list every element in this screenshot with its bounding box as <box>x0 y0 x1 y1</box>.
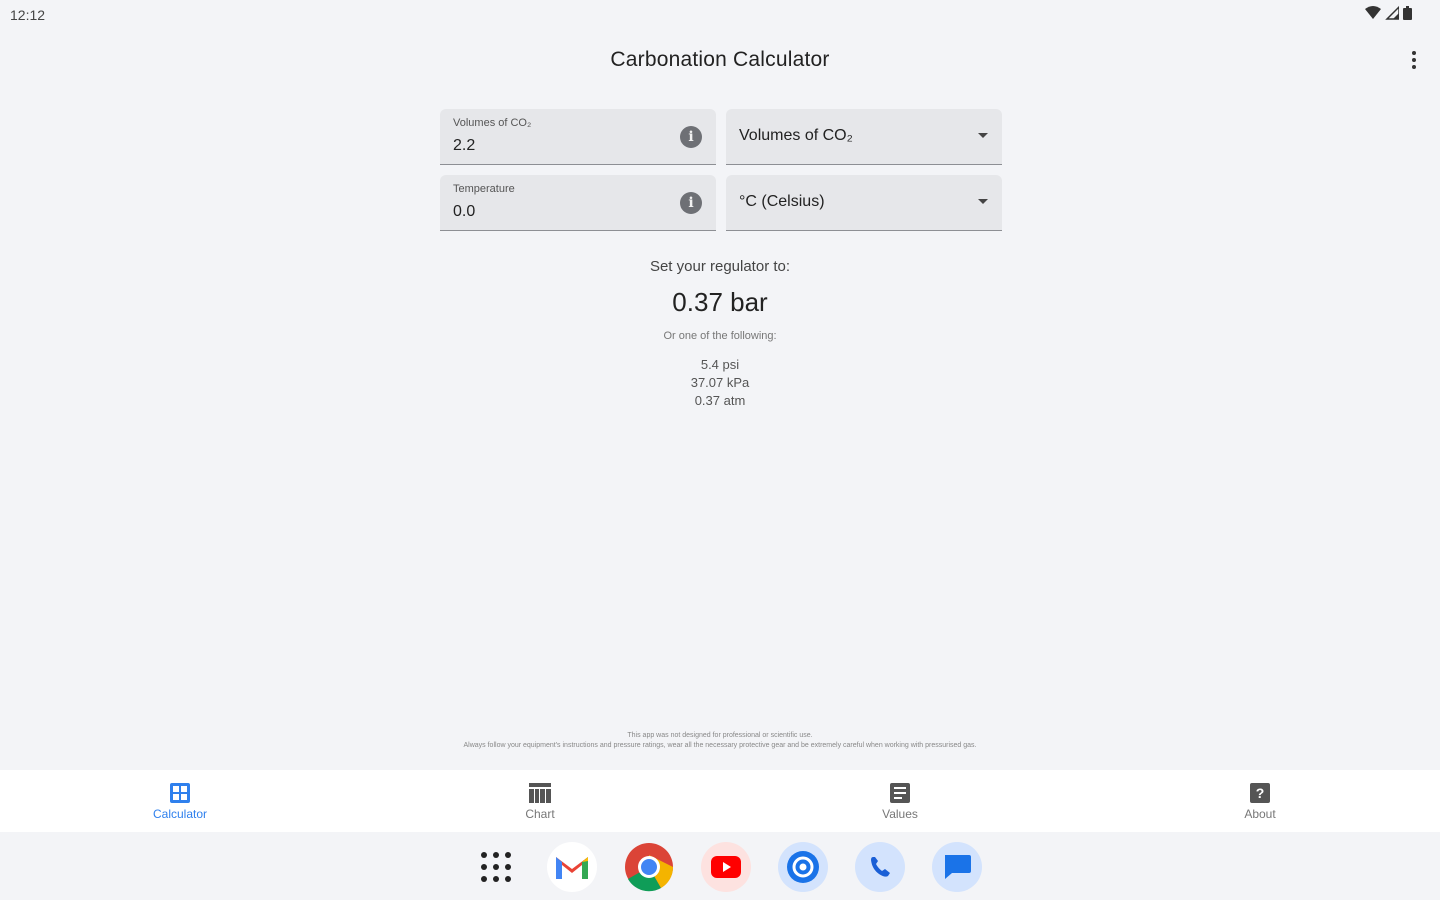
calculator-icon <box>169 782 191 804</box>
info-icon[interactable]: i <box>680 126 702 148</box>
nav-label: Values <box>882 807 918 821</box>
messages-icon[interactable] <box>932 842 982 892</box>
values-list-icon <box>889 782 911 804</box>
cellular-signal-icon <box>1385 6 1399 20</box>
chrome-icon[interactable] <box>624 842 674 892</box>
nav-label: Calculator <box>152 807 208 821</box>
status-icons <box>1365 6 1412 20</box>
dropdown-arrow-icon[interactable] <box>978 133 988 138</box>
app-drawer-icon[interactable] <box>472 843 520 891</box>
disclaimer-line: This app was not designed for profession… <box>627 732 813 739</box>
wifi-icon <box>1365 6 1381 19</box>
temperature-input-label: Temperature <box>453 183 515 195</box>
temperature-input[interactable]: Temperature 0.0 i <box>440 175 716 231</box>
nav-item-values[interactable]: Values <box>720 770 1080 832</box>
settings-icon[interactable] <box>778 842 828 892</box>
calculator-form: Volumes of CO₂ 2.2 i Volumes of CO₂ Temp… <box>440 109 1002 241</box>
app-title: Carbonation Calculator <box>610 48 830 71</box>
result-alternative: 37.07 kPa <box>690 375 750 390</box>
volumes-unit-selected: Volumes of CO₂ <box>739 127 853 144</box>
temperature-unit-select[interactable]: °C (Celsius) <box>726 175 1002 231</box>
result-alternative: 0.37 atm <box>694 393 746 408</box>
result-alt-label: Or one of the following: <box>663 330 777 342</box>
result-main-value: 0.37 bar <box>672 287 768 317</box>
result-alternatives: 5.4 psi 37.07 kPa 0.37 atm <box>0 356 1440 410</box>
nav-item-calculator[interactable]: Calculator <box>0 770 360 832</box>
battery-icon <box>1403 6 1412 20</box>
result-panel: Set your regulator to: 0.37 bar Or one o… <box>0 258 1440 410</box>
disclaimer: This app was not designed for profession… <box>0 731 1440 751</box>
nav-item-chart[interactable]: Chart <box>360 770 720 832</box>
temperature-unit-selected: °C (Celsius) <box>739 193 825 210</box>
nav-label: Chart <box>525 807 555 821</box>
volumes-input-value[interactable]: 2.2 <box>453 137 475 155</box>
chart-table-icon <box>529 782 551 804</box>
phone-icon[interactable] <box>855 842 905 892</box>
temperature-input-value[interactable]: 0.0 <box>453 203 475 221</box>
dropdown-arrow-icon[interactable] <box>978 199 988 204</box>
status-bar: 12:12 <box>0 0 1440 30</box>
nav-label: About <box>1244 807 1276 821</box>
app-bar: Carbonation Calculator <box>0 36 1440 84</box>
volumes-input-label: Volumes of CO₂ <box>453 117 532 129</box>
result-prompt: Set your regulator to: <box>649 258 791 275</box>
svg-text:?: ? <box>1256 785 1265 801</box>
gmail-icon[interactable] <box>547 842 597 892</box>
help-icon: ? <box>1249 782 1271 804</box>
status-time: 12:12 <box>10 7 46 23</box>
system-dock <box>0 832 1440 900</box>
bottom-navigation: Calculator Chart Values ? About <box>0 770 1440 832</box>
youtube-icon[interactable] <box>701 842 751 892</box>
info-icon[interactable]: i <box>680 192 702 214</box>
result-alternative: 5.4 psi <box>700 357 740 372</box>
nav-item-about[interactable]: ? About <box>1080 770 1440 832</box>
volumes-unit-select[interactable]: Volumes of CO₂ <box>726 109 1002 165</box>
overflow-menu-icon[interactable] <box>1402 48 1426 72</box>
volumes-input[interactable]: Volumes of CO₂ 2.2 i <box>440 109 716 165</box>
disclaimer-line: Always follow your equipment's instructi… <box>463 742 977 749</box>
